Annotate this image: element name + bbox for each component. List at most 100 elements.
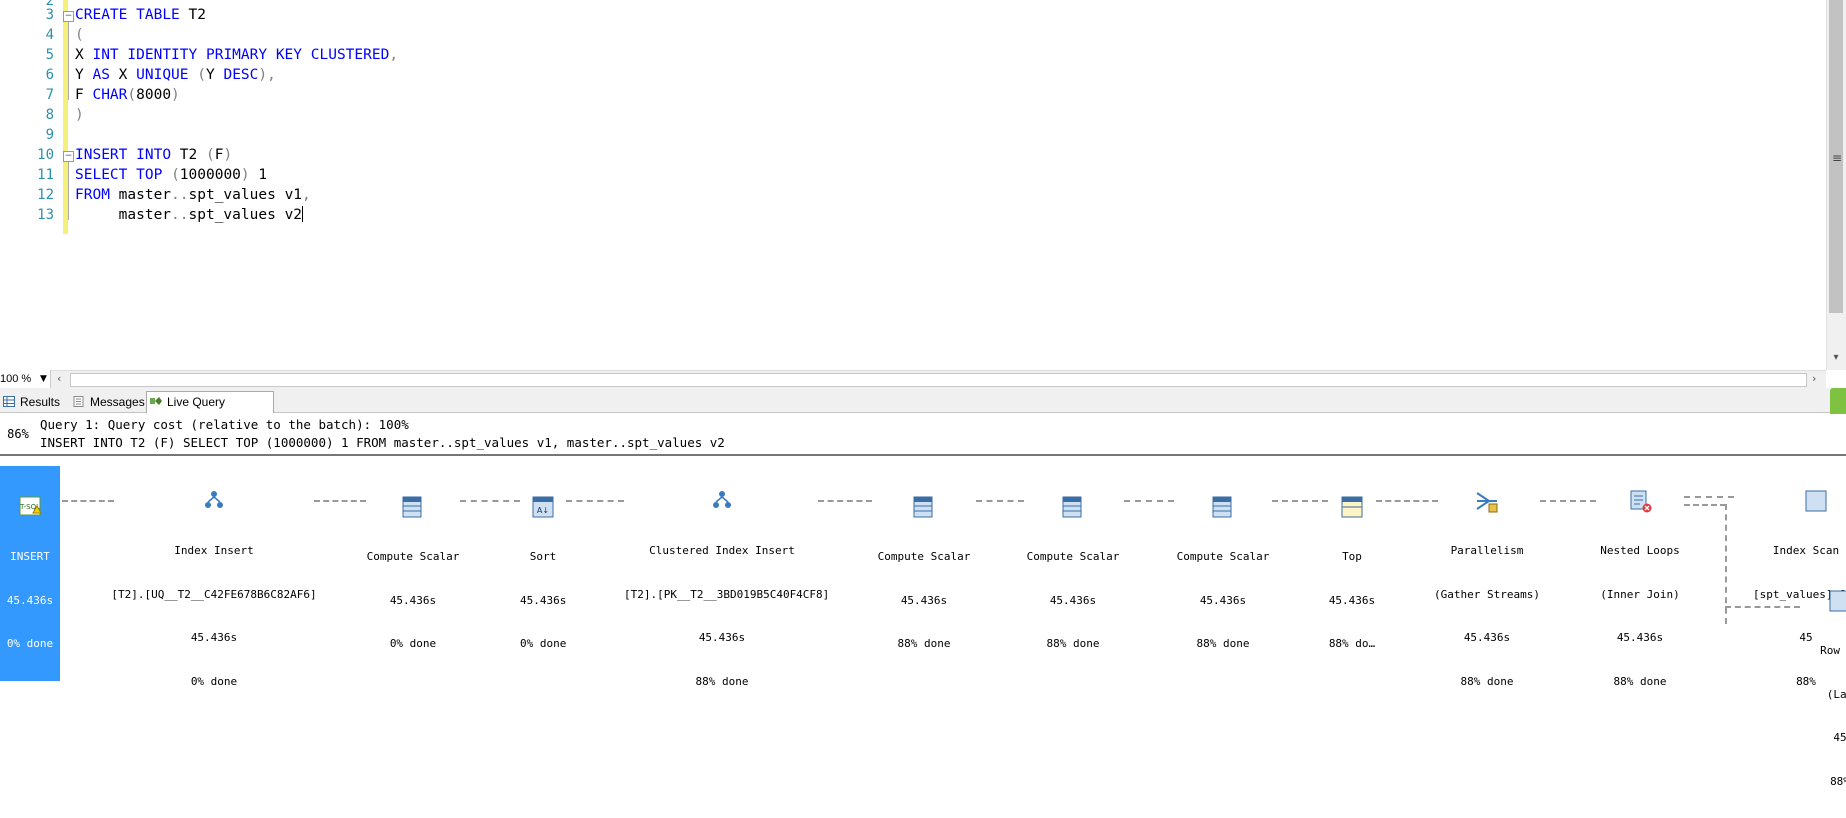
code-line[interactable]: INSERT INTO T2 (F)	[75, 145, 232, 165]
node-title: Index Scan	[1772, 544, 1840, 557]
node-title: Nested Loops	[1600, 544, 1680, 557]
code-line[interactable]: Y AS X UNIQUE (Y DESC),	[75, 65, 276, 85]
line-number: 8	[45, 107, 54, 123]
line-number: 7	[45, 87, 54, 103]
line-number: 13	[37, 207, 54, 223]
node-elapsed: 45.436s	[900, 593, 948, 607]
node-title: Row Co	[1820, 644, 1840, 657]
code-line[interactable]: CREATE TABLE T2	[75, 5, 206, 25]
node-elapsed: 45.436s	[190, 631, 238, 644]
plan-node-index-insert[interactable]: Index Insert [T2].[UQ__T2__C42FE678B6C82…	[104, 460, 324, 718]
node-elapsed: 45.436s	[698, 631, 746, 644]
query-header: Query 1: Query cost (relative to the bat…	[36, 414, 1846, 454]
index-scan-icon	[1805, 490, 1827, 512]
fold-guide	[68, 162, 69, 220]
code-line[interactable]: F CHAR(8000)	[75, 85, 180, 105]
line-number: 10	[37, 147, 54, 163]
code-line[interactable]: SELECT TOP (1000000) 1	[75, 165, 267, 185]
compute-scalar-icon	[1062, 496, 1082, 518]
plan-connector	[1124, 500, 1174, 502]
tab-label: Messages	[90, 395, 145, 409]
plan-connector	[460, 500, 520, 502]
node-elapsed: 45.436s	[1199, 593, 1247, 607]
sort-icon: A↓	[532, 496, 554, 518]
line-number: 12	[37, 187, 54, 203]
node-progress: 0% done	[190, 674, 238, 688]
top-icon	[1341, 496, 1363, 518]
node-title: Compute Scalar	[877, 550, 971, 563]
query-cost-title: Query 1: Query cost (relative to the bat…	[40, 417, 409, 432]
scrollbar-thumb[interactable]	[70, 373, 1807, 387]
scroll-right-icon[interactable]: ›	[1812, 370, 1816, 388]
node-elapsed: 45.436s	[1463, 631, 1511, 644]
scroll-left-icon[interactable]: ‹	[57, 370, 61, 388]
plan-node-compute-scalar[interactable]: Compute Scalar 45.436s 88% done	[872, 466, 976, 681]
plan-node-insert[interactable]: T-SQL INSERT 45.436s 0% done	[0, 466, 60, 681]
node-title: Compute Scalar	[366, 550, 460, 563]
live-stats-icon	[150, 397, 162, 405]
node-progress: 88% done	[1460, 674, 1514, 688]
code-line[interactable]: master..spt_values v2	[75, 205, 304, 225]
node-progress: 88% done	[897, 637, 951, 650]
code-line[interactable]: X INT IDENTITY PRIMARY KEY CLUSTERED,	[75, 45, 398, 65]
parallelism-icon	[1476, 492, 1498, 513]
node-elapsed: 45.436s	[1328, 593, 1376, 607]
plan-node-sort[interactable]: A↓ Sort 45.436s 0% done	[520, 466, 566, 681]
node-title: Sort	[529, 550, 557, 563]
line-number: 5	[45, 47, 54, 63]
line-number: 4	[45, 27, 54, 43]
node-progress: 88% done	[695, 674, 749, 688]
line-number: 9	[45, 127, 54, 143]
tab-messages[interactable]: Messages	[70, 392, 146, 412]
plan-connector	[1540, 500, 1596, 502]
plan-node-compute-scalar[interactable]: Compute Scalar 45.436s 88% done	[1172, 466, 1274, 681]
text-caret	[302, 206, 304, 222]
tab-live-query-statistics[interactable]: Live Query Statistics	[146, 391, 274, 429]
plan-node-compute-scalar[interactable]: Compute Scalar 45.436s 88% done	[1022, 466, 1124, 681]
svg-text:A↓: A↓	[537, 506, 549, 515]
node-elapsed: 45.436s	[1049, 593, 1097, 607]
line-number: 6	[45, 67, 54, 83]
node-object: [T2].[UQ__T2__C42FE678B6C82AF6]	[111, 587, 317, 601]
split-handle-icon[interactable]: ≡	[1832, 151, 1842, 165]
zoom-percentage[interactable]: 86%	[0, 414, 37, 454]
collapse-icon[interactable]: −	[63, 151, 74, 162]
node-title: Parallelism	[1450, 544, 1524, 557]
node-progress: 0% done	[520, 637, 567, 650]
node-progress: 88% done	[1196, 637, 1250, 650]
node-title: Index Insert	[174, 544, 254, 557]
collapse-icon[interactable]: −	[63, 11, 74, 22]
node-subtitle: (Laz	[1826, 687, 1846, 701]
chevron-down-icon[interactable]: ▼	[40, 370, 47, 388]
code-line[interactable]: FROM master..spt_values v1,	[75, 185, 311, 205]
scroll-down-icon[interactable]: ▾	[1826, 352, 1846, 368]
clustered-index-insert-icon	[713, 491, 731, 508]
plan-connector	[1684, 496, 1734, 498]
query-editor[interactable]: 2 3 4 5 6 7 8 9 10 11 12 13 − − CREATE T…	[0, 0, 1846, 388]
node-title: Top	[1342, 550, 1362, 563]
plan-connector	[1376, 500, 1438, 502]
node-elapsed: 45.436s	[520, 593, 567, 607]
execution-plan[interactable]: T-SQL INSERT 45.436s 0% done Index Inser…	[0, 456, 1846, 788]
index-insert-icon	[205, 491, 223, 508]
code-line[interactable]: (	[75, 25, 84, 45]
row-count-spool-icon	[1829, 590, 1846, 612]
node-elapsed: 45	[1833, 731, 1846, 744]
node-elapsed: 45.436s	[6, 593, 54, 607]
node-progress: 0% done	[389, 637, 437, 650]
plan-node-nested-loops[interactable]: Nested Loops (Inner Join) 45.436s 88% do…	[1594, 460, 1686, 718]
compute-scalar-icon	[913, 496, 933, 518]
plan-node-parallelism[interactable]: Parallelism (Gather Streams) 45.436s 88%…	[1432, 460, 1542, 718]
messages-icon	[73, 396, 84, 407]
plan-node-top[interactable]: Top 45.436s 88% do…	[1328, 466, 1376, 681]
plan-node-row-count-spool[interactable]: Row Co (Laz 45 88%	[1800, 560, 1846, 818]
line-number: 3	[45, 7, 54, 23]
plan-connector	[566, 500, 624, 502]
node-progress: 88% done	[1046, 637, 1100, 650]
plan-node-compute-scalar[interactable]: Compute Scalar 45.436s 0% done	[366, 466, 460, 681]
tab-results[interactable]: Results	[0, 392, 68, 412]
code-line[interactable]: )	[75, 105, 84, 125]
plan-node-clustered-index-insert[interactable]: Clustered Index Insert [T2].[PK__T2__3BD…	[624, 460, 829, 718]
compute-scalar-icon	[402, 496, 422, 518]
fold-guide	[68, 22, 69, 100]
